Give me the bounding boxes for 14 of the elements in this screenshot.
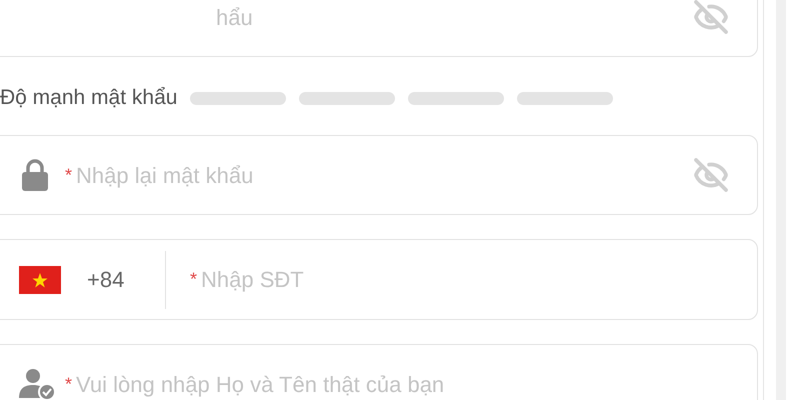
strength-label: Độ mạnh mật khẩu bbox=[0, 85, 178, 112]
lock-icon bbox=[21, 159, 49, 191]
required-mark: * bbox=[65, 164, 72, 186]
required-mark: * bbox=[190, 268, 198, 291]
placeholder-text: Nhập SĐT bbox=[201, 266, 304, 294]
placeholder-text: Nhập lại mật khẩu bbox=[76, 162, 254, 190]
confirm-password-field[interactable]: * Nhập lại mật khẩu bbox=[0, 135, 758, 215]
placeholder-text: Vui lòng nhập Họ và Tên thật của bạn bbox=[76, 370, 444, 399]
required-mark: * bbox=[65, 372, 72, 396]
placeholder-text: hẩu bbox=[216, 4, 254, 32]
country-code[interactable]: +84 bbox=[87, 263, 151, 296]
phone-field[interactable]: +84 * Nhập SĐT bbox=[0, 239, 758, 320]
flag-icon bbox=[19, 266, 61, 294]
full-name-field[interactable]: * Vui lòng nhập Họ và Tên thật của bạn bbox=[0, 344, 758, 400]
